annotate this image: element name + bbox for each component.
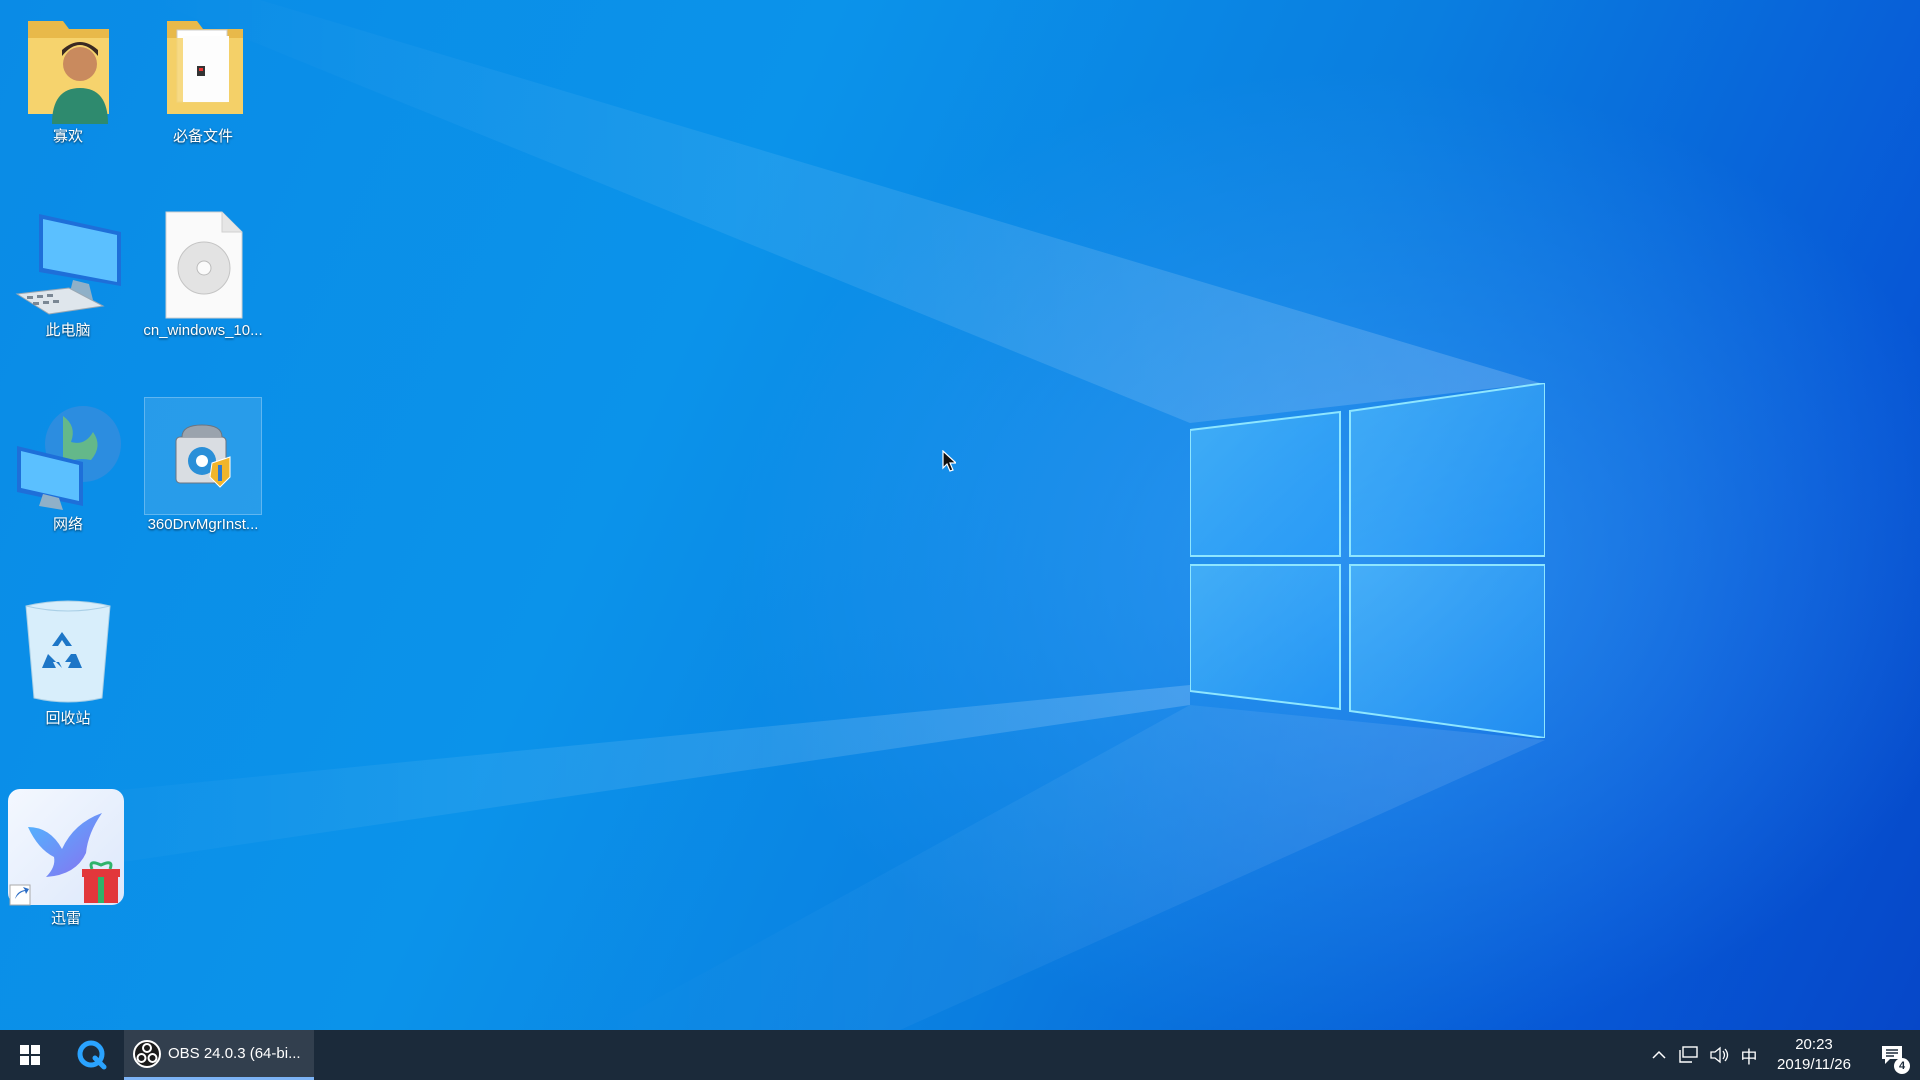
desktop-icon-xunlei[interactable]: 迅雷	[6, 786, 126, 928]
clock[interactable]: 20:23 2019/11/26	[1764, 1030, 1864, 1080]
clock-date: 2019/11/26	[1777, 1056, 1851, 1073]
browser-q-icon	[77, 1040, 107, 1070]
network-status-icon	[1679, 1046, 1698, 1063]
network-tray-button[interactable]	[1674, 1030, 1704, 1080]
desktop-icon-network[interactable]: 网络	[8, 404, 128, 534]
taskbar: OBS 24.0.3 (64-bi... 中 20:23 2019/11/26	[0, 1030, 1920, 1080]
network-icon	[17, 406, 121, 510]
desktop-icon-label: 此电脑	[45, 322, 91, 339]
desktop-icon-label: 必备文件	[172, 128, 233, 145]
desktop-icon-label: 迅雷	[50, 910, 81, 927]
taskbar-browser-button[interactable]	[60, 1030, 124, 1080]
windows-logo	[1190, 383, 1545, 738]
desktop-icon-this-pc[interactable]: 此电脑	[8, 210, 128, 340]
disc-image-file-icon	[165, 211, 243, 319]
volume-icon	[1710, 1046, 1729, 1064]
installer-icon	[175, 424, 231, 488]
action-center-button[interactable]: 4	[1864, 1030, 1920, 1080]
desktop-icon-installer[interactable]: 360DrvMgrInst...	[143, 397, 263, 534]
this-pc-icon	[15, 214, 121, 315]
chevron-up-icon	[1652, 1050, 1666, 1059]
desktop-icon-recycle-bin[interactable]: 回收站	[8, 598, 128, 728]
desktop-icon-label: 网络	[52, 516, 83, 533]
desktop[interactable]: 寡欢 必备文件 此电脑 cn_windows_10... 网络 360DrvMg…	[0, 0, 1920, 1030]
notification-count-badge: 4	[1894, 1058, 1910, 1074]
desktop-icon-label: 360DrvMgrInst...	[147, 516, 259, 533]
user-folder-icon	[28, 21, 109, 124]
mouse-cursor-icon	[942, 450, 956, 472]
desktop-icon-folder[interactable]: 必备文件	[143, 16, 263, 146]
desktop-icon-label: 寡欢	[52, 128, 83, 145]
desktop-icon-label: cn_windows_10...	[143, 322, 263, 339]
taskbar-window-title: OBS 24.0.3 (64-bi...	[168, 1045, 301, 1062]
taskbar-obs-window[interactable]: OBS 24.0.3 (64-bi...	[124, 1030, 314, 1080]
desktop-icon-user-folder[interactable]: 寡欢	[8, 16, 128, 146]
folder-icon	[167, 21, 243, 114]
obs-icon	[133, 1039, 161, 1068]
ime-indicator[interactable]: 中	[1734, 1030, 1764, 1080]
desktop-icon-disc-image[interactable]: cn_windows_10...	[143, 210, 263, 340]
desktop-icon-label: 回收站	[45, 710, 91, 727]
recycle-bin-icon	[25, 600, 111, 703]
volume-tray-button[interactable]	[1704, 1030, 1734, 1080]
xunlei-bird-icon	[8, 789, 124, 906]
wallpaper-light-beams	[0, 0, 1545, 1030]
windows-start-icon	[20, 1045, 40, 1065]
clock-time: 20:23	[1795, 1036, 1833, 1053]
system-tray: 中 20:23 2019/11/26 4	[1644, 1030, 1920, 1080]
start-button[interactable]	[0, 1030, 60, 1080]
show-hidden-icons-button[interactable]	[1644, 1030, 1674, 1080]
